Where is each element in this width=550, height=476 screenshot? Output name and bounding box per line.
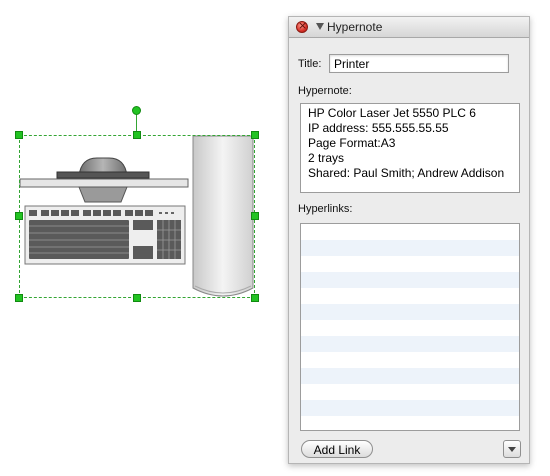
hypernote-line: Page Format:A3 [308,136,396,150]
list-row-empty [301,352,519,368]
resize-handle-top-left[interactable] [15,131,23,139]
hypernote-line: HP Color Laser Jet 5550 PLC 6 [308,106,476,120]
resize-handle-bottom-left[interactable] [15,294,23,302]
hypernote-line: IP address: 555.555.55.55 [308,121,449,135]
title-input[interactable] [329,54,509,73]
list-row-empty [301,288,519,304]
list-row-empty [301,304,519,320]
title-label: Title: [298,58,322,70]
hypernote-line: Shared: Paul Smith; Andrew Addison [308,166,505,180]
list-row-empty [301,336,519,352]
resize-handle-top[interactable] [133,131,141,139]
list-row-empty [301,384,519,400]
list-row-empty [301,240,519,256]
resize-handle-bottom-right[interactable] [251,294,259,302]
resize-handle-bottom[interactable] [133,294,141,302]
hyperlinks-label: Hyperlinks: [298,203,353,215]
panel-title: Hypernote [327,20,383,34]
hypernote-textarea[interactable]: HP Color Laser Jet 5550 PLC 6 IP address… [300,103,520,193]
resize-handle-right[interactable] [251,212,259,220]
chevron-down-icon[interactable] [503,440,521,458]
list-row-empty [301,224,519,240]
hypernote-line: 2 trays [308,151,345,165]
panel-titlebar[interactable]: Hypernote [289,17,529,38]
list-row-empty [301,256,519,272]
rotation-handle[interactable] [132,106,141,115]
drawing-canvas[interactable] [0,0,280,476]
add-link-button[interactable]: Add Link [301,440,373,458]
list-row-empty [301,400,519,416]
hypernote-panel: Hypernote Title: Hypernote: HP Color Las… [288,16,530,464]
resize-handle-top-right[interactable] [251,131,259,139]
close-icon[interactable] [296,19,308,33]
list-row-empty [301,416,519,430]
hypernote-label: Hypernote: [298,85,352,97]
list-row-empty [301,272,519,288]
disclosure-triangle-icon[interactable] [316,23,324,30]
resize-handle-left[interactable] [15,212,23,220]
list-row-empty [301,320,519,336]
selection-box [19,135,255,298]
list-row-empty [301,368,519,384]
hyperlinks-list[interactable] [300,223,520,431]
